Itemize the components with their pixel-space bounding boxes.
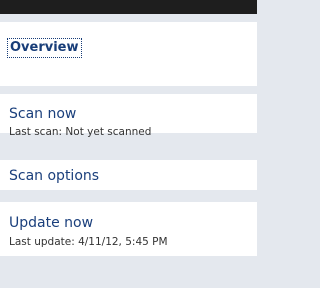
scan-now-link[interactable]: Scan now (9, 106, 76, 123)
update-now-link[interactable]: Update now (9, 215, 93, 232)
last-scan-status: Last scan: Not yet scanned (9, 126, 152, 138)
overview-link[interactable]: Overview (7, 38, 82, 58)
scan-options-link[interactable]: Scan options (9, 168, 99, 185)
navigation-panel: Overview Scan now Last scan: Not yet sca… (0, 14, 257, 288)
window-top-bar (0, 0, 257, 14)
last-update-status: Last update: 4/11/12, 5:45 PM (9, 236, 168, 248)
